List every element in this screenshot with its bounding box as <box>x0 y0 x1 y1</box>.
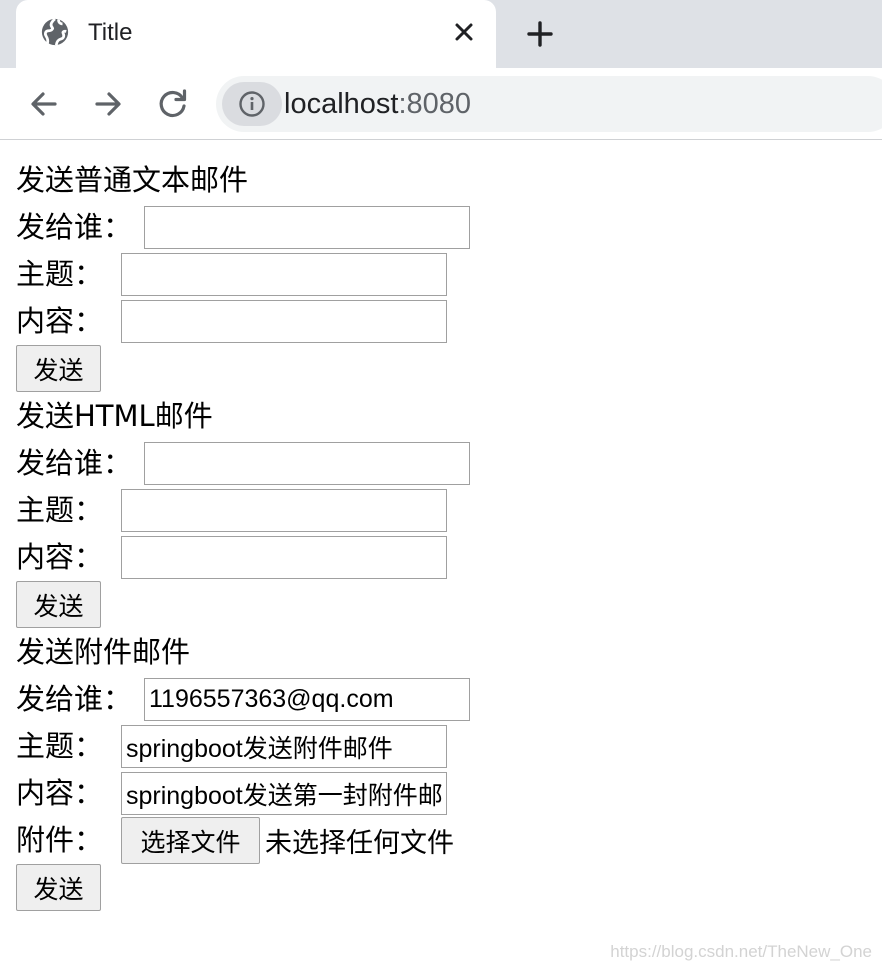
html-mail-form: 发送HTML邮件 发给谁： 主题： 内容： 发送 <box>16 392 876 628</box>
subject-label: 主题： <box>16 257 104 291</box>
url-text: localhost:8080 <box>284 87 471 121</box>
attachment-label: 附件： <box>16 823 104 857</box>
content-row: 内容： <box>16 534 876 581</box>
address-bar[interactable]: localhost:8080 <box>216 76 882 132</box>
reload-icon[interactable] <box>153 84 193 124</box>
subject-row: 主题： <box>16 487 876 534</box>
browser-toolbar: localhost:8080 <box>0 68 882 140</box>
plus-icon[interactable] <box>520 14 560 54</box>
send-button[interactable]: 发送 <box>16 864 101 911</box>
subject-row: 主题： <box>16 251 876 298</box>
section-title: 发送普通文本邮件 <box>16 163 249 197</box>
content-row: 内容： <box>16 770 876 817</box>
file-status: 未选择任何文件 <box>265 828 454 859</box>
send-row: 发送 <box>16 345 876 392</box>
to-row: 发给谁： <box>16 204 876 251</box>
to-label: 发给谁： <box>16 682 133 716</box>
content-field[interactable] <box>121 772 447 815</box>
content-field[interactable] <box>121 300 447 343</box>
to-field[interactable] <box>144 206 470 249</box>
watermark: https://blog.csdn.net/TheNew_One <box>610 942 872 961</box>
text-mail-form: 发送普通文本邮件 发给谁： 主题： 内容： 发送 <box>16 156 876 392</box>
arrow-right-icon[interactable] <box>88 84 128 124</box>
content-field[interactable] <box>121 536 447 579</box>
to-label: 发给谁： <box>16 446 133 480</box>
subject-row: 主题： <box>16 723 876 770</box>
arrow-left-icon[interactable] <box>24 84 64 124</box>
url-host: localhost <box>284 88 399 120</box>
choose-file-button[interactable]: 选择文件 <box>121 817 260 864</box>
section-title: 发送附件邮件 <box>16 635 191 669</box>
browser-tab[interactable]: Title <box>16 0 496 68</box>
subject-label: 主题： <box>16 493 104 527</box>
attachment-row: 附件： 选择文件 未选择任何文件 <box>16 817 876 864</box>
page-content: 发送普通文本邮件 发给谁： 主题： 内容： 发送 发送HTML邮件 发给谁： 主… <box>16 156 876 911</box>
content-label: 内容： <box>16 304 104 338</box>
url-port: :8080 <box>398 88 472 120</box>
tab-strip: Title <box>0 0 882 68</box>
to-label: 发给谁： <box>16 210 133 244</box>
subject-label: 主题： <box>16 729 104 763</box>
tab-title: Title <box>88 19 133 46</box>
content-label: 内容： <box>16 540 104 574</box>
send-row: 发送 <box>16 581 876 628</box>
content-label: 内容： <box>16 776 104 810</box>
to-row: 发给谁： <box>16 676 876 723</box>
send-button[interactable]: 发送 <box>16 345 101 392</box>
to-field[interactable] <box>144 442 470 485</box>
send-button[interactable]: 发送 <box>16 581 101 628</box>
subject-field[interactable] <box>121 489 447 532</box>
attachment-mail-form: 发送附件邮件 发给谁： 主题： 内容： 附件： 选择文件 未选择任何文件 发送 <box>16 628 876 911</box>
globe-icon <box>40 17 70 47</box>
close-icon[interactable] <box>448 16 480 48</box>
to-field[interactable] <box>144 678 470 721</box>
subject-field[interactable] <box>121 253 447 296</box>
subject-field[interactable] <box>121 725 447 768</box>
section-title: 发送HTML邮件 <box>16 399 213 433</box>
content-row: 内容： <box>16 298 876 345</box>
to-row: 发给谁： <box>16 440 876 487</box>
info-icon[interactable] <box>222 82 282 126</box>
send-row: 发送 <box>16 864 876 911</box>
